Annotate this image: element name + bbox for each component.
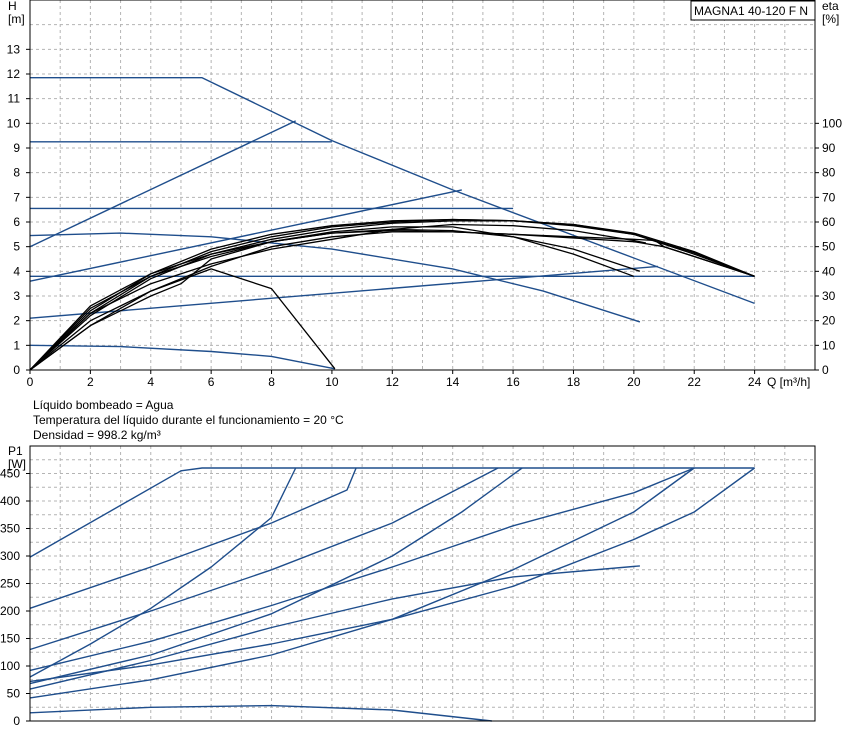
- top-y-tick-label: 2: [13, 314, 20, 328]
- note-temperature: Temperatura del líquido durante el funci…: [33, 413, 344, 427]
- top-y2-tick-label: 90: [822, 141, 836, 155]
- top-x-tick-label: 18: [567, 375, 581, 389]
- bottom-series-4-line: [29, 467, 523, 685]
- top-y-tick-label: 6: [13, 215, 20, 229]
- top-y-tick-label: 9: [13, 141, 20, 155]
- model-label: MAGNA1 40-120 F N: [694, 4, 808, 18]
- power-chart: 050100150200250300350400450P1[W]: [0, 444, 816, 728]
- model-label-box: MAGNA1 40-120 F N: [690, 0, 816, 21]
- head-efficiency-chart: 0 2 4 6 8 10 12 14 16 18 20 22 240123456789101112130…: [7, 0, 842, 389]
- top-x-tick-label: 4: [147, 375, 154, 389]
- note-liquid: Líquido bombeado = Agua: [33, 398, 174, 412]
- top-y-tick-label: 3: [13, 289, 20, 303]
- top-y-tick-label: 1: [13, 338, 20, 352]
- top-y-tick-label: 13: [7, 42, 21, 56]
- top-y2-tick-label: 40: [822, 264, 836, 278]
- top-y2-tick-label: 10: [822, 338, 836, 352]
- top-series-9-line: [29, 344, 336, 370]
- top-x-tick-label: 0: [27, 375, 34, 389]
- top-y-axis-unit: [m]: [8, 12, 25, 26]
- bottom-y-tick-label: 0: [13, 714, 20, 728]
- top-y2-tick-label: 50: [822, 240, 836, 254]
- bottom-series-2-line: [29, 467, 357, 609]
- bottom-y-tick-label: 250: [0, 577, 20, 591]
- top-y2-tick-label: 30: [822, 289, 836, 303]
- top-x-tick-label: 20: [627, 375, 641, 389]
- top-y2-tick-label: 0: [822, 363, 829, 377]
- top-y2-tick-label: 20: [822, 314, 836, 328]
- top-y-tick-label: 11: [8, 92, 21, 106]
- top-x-tick-label: 10: [325, 375, 339, 389]
- top-x-tick-label: 14: [446, 375, 460, 389]
- top-y-tick-label: 10: [7, 116, 21, 130]
- pump-curve-figure: 0 2 4 6 8 10 12 14 16 18 20 22 240123456789101112130…: [0, 0, 842, 728]
- top-x-tick-label: 12: [386, 375, 400, 389]
- top-x-tick-label: 22: [688, 375, 702, 389]
- top-grid: [30, 0, 815, 370]
- bottom-y-tick-label: 100: [0, 659, 20, 673]
- note-density: Densidad = 998.2 kg/m³: [33, 428, 161, 442]
- top-y-tick-label: 7: [13, 190, 20, 204]
- bottom-series-group: [29, 467, 756, 722]
- top-y-tick-label: 4: [13, 264, 20, 278]
- top-x-tick-label: 6: [208, 375, 215, 389]
- top-y2-tick-label: 100: [822, 116, 842, 130]
- bottom-axes: 050100150200250300350400450P1[W]: [0, 444, 816, 728]
- top-y2-tick-label: 70: [822, 190, 836, 204]
- bottom-y-tick-label: 200: [0, 604, 20, 618]
- bottom-y-axis-label: P1: [8, 444, 23, 458]
- bottom-y-tick-label: 50: [7, 687, 21, 701]
- top-x-tick-label: 2: [87, 375, 94, 389]
- top-y2-tick-label: 80: [822, 166, 836, 180]
- top-x-tick-label: 8: [268, 375, 275, 389]
- bottom-y-tick-label: 300: [0, 549, 20, 563]
- bottom-series-9-line: [29, 565, 640, 690]
- top-series-13-line: [29, 228, 641, 371]
- top-series-6-line: [29, 189, 462, 282]
- top-x-tick-label: 16: [506, 375, 520, 389]
- bottom-y-tick-label: 150: [0, 632, 20, 646]
- top-x-tick-label: 24: [748, 375, 762, 389]
- top-x-axis-label: Q [m³/h]: [767, 375, 810, 389]
- bottom-y-axis-unit: [W]: [8, 457, 26, 471]
- top-y-tick-label: 12: [7, 67, 21, 81]
- top-y-tick-label: 5: [13, 240, 20, 254]
- bottom-y-tick-label: 350: [0, 522, 20, 536]
- top-series-5-line: [29, 120, 296, 248]
- top-y2-tick-label: 60: [822, 215, 836, 229]
- top-y-tick-label: 8: [13, 166, 20, 180]
- top-y-tick-label: 0: [13, 363, 20, 377]
- bottom-series-5-line: [29, 467, 297, 678]
- bottom-y-tick-label: 400: [0, 494, 20, 508]
- top-axes: 0 2 4 6 8 10 12 14 16 18 20 22 240123456789101112130…: [7, 0, 842, 389]
- top-series-10-line: [29, 268, 336, 371]
- top-series-1-line: [30, 76, 755, 305]
- top-y2-axis-unit: [%]: [822, 12, 839, 26]
- bottom-series-3-line: [29, 467, 499, 651]
